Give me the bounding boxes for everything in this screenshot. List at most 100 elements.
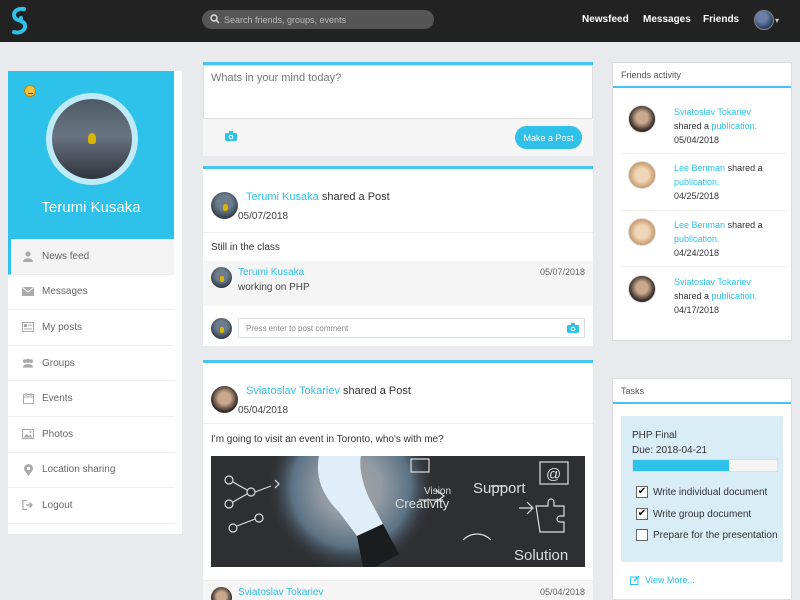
nav-messages[interactable]: Messages <box>643 14 691 25</box>
task-card: PHP Final Due: 2018-04-21 ✔ Write indivi… <box>621 416 783 562</box>
sidebar-item-label: My posts <box>42 321 83 333</box>
comment-date: 05/07/2018 <box>539 267 585 277</box>
profile-photo <box>52 99 132 179</box>
app-logo-icon[interactable] <box>8 6 32 36</box>
calendar-icon <box>22 393 34 405</box>
post-title: Terumi Kusaka shared a Post <box>246 191 390 203</box>
post-image[interactable]: Vision Creativity Support Solution @ <box>211 456 585 567</box>
task-checkbox-item[interactable]: ✔ Prepare for the presentation <box>636 529 778 541</box>
task-progress-fill <box>633 460 730 471</box>
friend-name-link[interactable]: Sviatoslav Tokariev <box>674 107 751 117</box>
users-icon <box>22 357 34 369</box>
post-author-link[interactable]: Sviatoslav Tokariev <box>246 385 340 397</box>
make-post-button[interactable]: Make a Post <box>515 126 582 149</box>
current-user-avatar <box>211 318 232 339</box>
publication-link[interactable]: publication. <box>674 234 720 244</box>
checkbox[interactable]: ✔ <box>636 486 648 498</box>
sidebar-item-photos[interactable]: Photos <box>8 417 174 453</box>
lightbulb-illustration: Vision Creativity Support Solution @ <box>211 456 585 567</box>
tasks-panel: Tasks PHP Final Due: 2018-04-21 ✔ Write … <box>612 378 792 600</box>
profile-avatar[interactable] <box>46 93 138 185</box>
post-author-link[interactable]: Terumi Kusaka <box>246 191 319 203</box>
camera-icon[interactable] <box>567 323 579 333</box>
comment-input[interactable] <box>238 318 585 338</box>
activity-action: shared a <box>727 163 763 173</box>
mood-emoji-icon[interactable] <box>24 85 36 97</box>
checkbox[interactable]: ✔ <box>636 508 648 520</box>
friend-avatar[interactable] <box>628 275 656 303</box>
sidebar-item-my-posts[interactable]: My posts <box>8 310 174 346</box>
post-date: 05/04/2018 <box>238 405 289 416</box>
search-input[interactable] <box>224 12 424 27</box>
sidebar-item-label: Events <box>42 393 73 405</box>
left-sidebar: Terumi Kusaka News feed Messages My post… <box>8 71 182 534</box>
search-bar[interactable] <box>202 10 434 29</box>
post-author-avatar[interactable] <box>211 386 238 413</box>
comment-author-link[interactable]: Terumi Kusaka <box>238 267 304 278</box>
panel-title: Friends activity <box>613 63 791 88</box>
comment: Sviatoslav Tokariev 05/04/2018 <box>203 581 593 600</box>
activity-date: 04/25/2018 <box>674 191 720 201</box>
friend-name-link[interactable]: Lee Benman <box>674 163 725 173</box>
activity-date: 04/17/2018 <box>674 305 720 315</box>
svg-text:@: @ <box>546 466 561 483</box>
user-avatar <box>754 10 774 30</box>
divider <box>203 232 593 233</box>
sidebar-item-groups[interactable]: Groups <box>8 346 174 382</box>
sidebar-item-messages[interactable]: Messages <box>8 275 174 311</box>
compose-toolbar: Make a Post <box>203 119 593 156</box>
friend-name-link[interactable]: Lee Benman <box>674 220 725 230</box>
post-text: Still in the class <box>211 242 280 253</box>
friend-avatar[interactable] <box>628 218 656 246</box>
user-menu[interactable]: ▾ <box>754 10 784 32</box>
publication-link[interactable]: publication. <box>712 291 758 301</box>
top-navbar: Newsfeed Messages Friends ▾ <box>0 0 800 42</box>
publication-link[interactable]: publication. <box>712 121 758 131</box>
sidebar-item-news-feed[interactable]: News feed <box>8 239 174 275</box>
post-card: Terumi Kusaka shared a Post 05/07/2018 S… <box>203 166 593 346</box>
sidebar-item-logout[interactable]: Logout <box>8 488 174 524</box>
task-checkbox-item[interactable]: ✔ Write group document <box>636 508 751 520</box>
divider <box>203 423 593 424</box>
divider <box>621 266 787 267</box>
activity-date: 05/04/2018 <box>674 135 720 145</box>
sidebar-item-events[interactable]: Events <box>8 381 174 417</box>
post-author-avatar[interactable] <box>211 192 238 219</box>
post-text: I'm going to visit an event in Toronto, … <box>211 434 444 445</box>
post-card: Sviatoslav Tokariev shared a Post 05/04/… <box>203 360 593 600</box>
comment: Terumi Kusaka working on PHP 05/07/2018 <box>203 261 593 306</box>
comment-author-avatar[interactable] <box>211 587 232 600</box>
activity-action: shared a <box>674 121 710 131</box>
sidebar-item-label: Groups <box>42 357 75 369</box>
task-progress-bar <box>632 459 778 472</box>
comment-author-link[interactable]: Sviatoslav Tokariev <box>238 587 323 598</box>
chevron-down-icon: ▾ <box>775 16 780 25</box>
comment-author-avatar[interactable] <box>211 267 232 288</box>
view-more-link[interactable]: View More... <box>630 575 695 585</box>
camera-icon[interactable] <box>225 131 237 141</box>
friend-name-link[interactable]: Sviatoslav Tokariev <box>674 277 751 287</box>
divider <box>621 153 787 154</box>
image-word-support: Support <box>473 480 526 497</box>
sidebar-item-location-sharing[interactable]: Location sharing <box>8 453 174 489</box>
nav-friends[interactable]: Friends <box>703 14 739 25</box>
post-textarea[interactable] <box>203 65 593 119</box>
post-title: Sviatoslav Tokariev shared a Post <box>246 385 411 397</box>
image-word-creativity: Creativity <box>395 496 450 511</box>
friend-avatar[interactable] <box>628 161 656 189</box>
activity-date: 04/24/2018 <box>674 248 720 258</box>
profile-card: Terumi Kusaka <box>8 71 174 239</box>
nav-newsfeed[interactable]: Newsfeed <box>582 14 629 25</box>
user-icon <box>22 250 34 262</box>
checkbox[interactable]: ✔ <box>636 529 648 541</box>
sidebar-item-label: Logout <box>42 499 73 511</box>
friend-avatar[interactable] <box>628 105 656 133</box>
newspaper-icon <box>22 321 34 333</box>
publication-link[interactable]: publication. <box>674 177 720 187</box>
friends-activity-panel: Friends activity Sviatoslav Tokariev sha… <box>612 62 792 341</box>
post-date: 05/07/2018 <box>238 211 289 222</box>
sidebar-item-label: Messages <box>42 286 88 298</box>
task-checkbox-item[interactable]: ✔ Write individual document <box>636 486 767 498</box>
task-item-label: Write individual document <box>653 486 768 498</box>
activity-action: shared a <box>674 291 710 301</box>
